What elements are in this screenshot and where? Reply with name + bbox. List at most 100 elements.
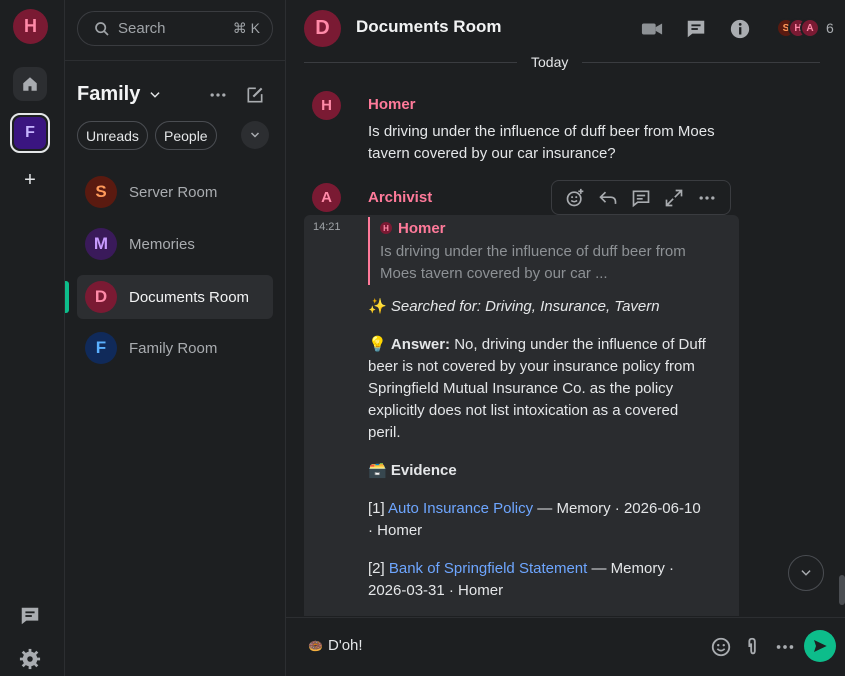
search-shortcut: ⌘ K xyxy=(232,20,260,36)
chevron-down-icon xyxy=(801,570,811,576)
room-item-memories[interactable]: M Memories xyxy=(77,222,273,266)
room-header-avatar[interactable]: D xyxy=(304,10,341,47)
member-count: 6 xyxy=(826,20,834,36)
card-file-box-icon: 🗃️ xyxy=(368,462,387,479)
message-composer: 🍩 D'oh! xyxy=(286,617,845,676)
gear-icon xyxy=(19,648,41,670)
reply-button[interactable] xyxy=(597,187,619,209)
searched-text: Searched for: Driving, Insurance, Tavern xyxy=(390,298,660,315)
sender-name[interactable]: Archivist xyxy=(368,189,432,206)
room-name: Family Room xyxy=(129,339,218,357)
evidence-label: Evidence xyxy=(390,462,457,479)
space-options-button[interactable] xyxy=(208,85,228,105)
active-room-indicator xyxy=(65,281,69,313)
lightbulb-icon: 💡 xyxy=(368,336,387,353)
search-label: Search xyxy=(118,20,166,37)
threads-icon xyxy=(21,607,39,625)
expand-button[interactable] xyxy=(663,187,685,209)
space-menu-button[interactable]: Family xyxy=(77,83,162,106)
more-options-button[interactable] xyxy=(774,636,796,658)
room-view: D Documents Room S H A 6 Today H Homer I… xyxy=(286,0,845,676)
info-icon xyxy=(730,19,750,39)
chevron-down-icon xyxy=(150,91,160,98)
filter-expand-button[interactable] xyxy=(241,121,269,149)
space-avatar: F xyxy=(14,117,46,149)
settings-button[interactable] xyxy=(19,648,41,673)
emoji-add-icon xyxy=(566,188,583,206)
message-body: Is driving under the influence of duff b… xyxy=(368,123,715,162)
quote-sender: Homer xyxy=(398,219,446,237)
room-item-family-room[interactable]: F Family Room xyxy=(77,326,273,370)
searched-line: ✨ Searched for: Driving, Insurance, Tave… xyxy=(368,296,708,318)
room-info-button[interactable] xyxy=(729,18,751,40)
sender-avatar[interactable]: H xyxy=(312,91,341,120)
divider xyxy=(65,60,286,61)
evidence-item: [1] Auto Insurance Policy — Memory · 202… xyxy=(368,498,708,542)
evidence-item: [2] Bank of Springfield Statement — Memo… xyxy=(368,558,708,602)
user-avatar[interactable]: H xyxy=(13,9,48,44)
member-avatar: A xyxy=(800,18,820,38)
composer-input[interactable]: D'oh! xyxy=(328,637,363,654)
threads-button[interactable] xyxy=(685,18,707,40)
donut-icon: 🍩 xyxy=(308,639,323,653)
room-avatar: M xyxy=(85,228,117,260)
evidence-link[interactable]: Bank of Springfield Statement xyxy=(389,560,587,577)
react-button[interactable] xyxy=(564,187,586,209)
room-name: Memories xyxy=(129,235,195,253)
room-avatar: D xyxy=(85,281,117,313)
search-icon xyxy=(95,21,109,36)
room-avatar: S xyxy=(85,176,117,208)
room-list-panel: Search ⌘ K Family Unreads People S Serve… xyxy=(65,0,286,676)
add-space-icon[interactable]: + xyxy=(20,170,40,190)
emoji-icon xyxy=(711,637,731,657)
evidence-link[interactable]: Auto Insurance Policy xyxy=(388,500,533,517)
room-avatar: F xyxy=(85,332,117,364)
member-facepile[interactable]: S H A 6 xyxy=(776,18,834,38)
room-header: D Documents Room S H A 6 xyxy=(286,0,845,58)
space-rail: H F + xyxy=(0,0,65,676)
filter-people[interactable]: People xyxy=(155,121,217,150)
room-name: Server Room xyxy=(129,183,218,201)
message-timestamp[interactable]: 14:21 xyxy=(313,221,341,233)
threads-icon xyxy=(687,20,705,38)
message-action-bar xyxy=(551,180,731,215)
quote-header: H Homer xyxy=(380,217,698,239)
filter-unreads[interactable]: Unreads xyxy=(77,121,148,150)
message-options-button[interactable] xyxy=(696,187,718,209)
reply-icon xyxy=(599,191,617,204)
home-button[interactable] xyxy=(13,67,47,101)
sender-name[interactable]: Homer xyxy=(368,96,416,113)
compose-button[interactable] xyxy=(245,85,265,105)
home-icon xyxy=(23,77,37,91)
thread-icon xyxy=(632,190,650,207)
search-button[interactable]: Search ⌘ K xyxy=(77,11,273,46)
attach-button[interactable] xyxy=(742,636,764,658)
answer-label: Answer: xyxy=(390,336,451,353)
room-name: Documents Room xyxy=(129,288,250,306)
threads-button[interactable] xyxy=(19,605,41,630)
jump-to-bottom-button[interactable] xyxy=(788,555,824,591)
send-icon xyxy=(814,640,827,652)
sender-avatar[interactable]: A xyxy=(312,183,341,212)
timeline-scrollbar[interactable] xyxy=(839,575,845,605)
room-title[interactable]: Documents Room xyxy=(356,17,501,37)
room-item-documents-room[interactable]: D Documents Room xyxy=(77,275,273,319)
reply-in-thread-button[interactable] xyxy=(630,187,652,209)
send-button[interactable] xyxy=(804,630,836,662)
space-name: Family xyxy=(77,83,141,105)
space-family-button[interactable]: F xyxy=(10,113,50,153)
video-call-button[interactable] xyxy=(641,18,663,40)
chevron-down-icon xyxy=(250,132,260,138)
more-horizontal-icon xyxy=(776,645,794,649)
evidence-number: [1] xyxy=(368,500,385,517)
answer-paragraph: 💡 Answer: No, driving under the influenc… xyxy=(368,334,708,444)
quote-text: Is driving under the influence of duff b… xyxy=(380,243,686,282)
room-item-server-room[interactable]: S Server Room xyxy=(77,170,273,214)
reply-quote[interactable]: H Homer Is driving under the influence o… xyxy=(368,217,698,285)
more-horizontal-icon xyxy=(210,93,226,97)
more-horizontal-icon xyxy=(699,195,715,200)
emoji-button[interactable] xyxy=(710,636,732,658)
evidence-number: [2] xyxy=(368,560,385,577)
video-camera-icon xyxy=(641,23,663,35)
quote-avatar: H xyxy=(380,222,392,234)
